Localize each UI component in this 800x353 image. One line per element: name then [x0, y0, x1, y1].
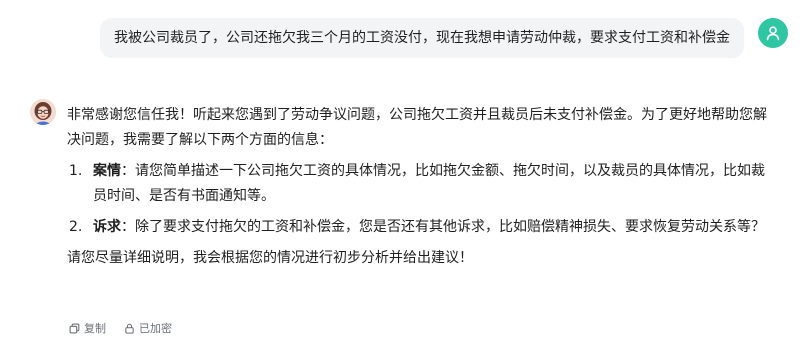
user-avatar: [758, 18, 788, 48]
info-request-list: 1. 案情：请您简单描述一下公司拖欠工资的具体情况，比如拖欠金额、拖欠时间，以及…: [67, 159, 772, 240]
list-item-number: 2.: [69, 219, 83, 235]
list-item: 2. 诉求：除了要求支付拖欠的工资和补偿金，您是否还有其他诉求，比如赔偿精神损失…: [67, 215, 772, 240]
copy-icon: [69, 323, 80, 333]
list-item-text: 案情：请您简单描述一下公司拖欠工资的具体情况，比如拖欠金额、拖欠时间，以及裁员的…: [93, 159, 772, 209]
user-message-row: 我被公司裁员了，公司还拖欠我三个月的工资没付，现在我想申请劳动仲裁，要求支付工资…: [60, 16, 788, 58]
assistant-avatar-icon: [30, 99, 56, 125]
assistant-avatar: [30, 99, 56, 125]
encrypted-status: 已加密: [124, 320, 172, 336]
assistant-intro: 非常感谢您信任我！听起来您遇到了劳动争议问题，公司拖欠工资并且裁员后未支付补偿金…: [67, 107, 767, 148]
list-item-title: 案情: [93, 163, 121, 179]
copy-label: 复制: [84, 322, 106, 335]
user-icon: [766, 26, 780, 41]
message-actions: 复制 已加密: [69, 320, 190, 336]
chat-window: 我被公司裁员了，公司还拖欠我三个月的工资没付，现在我想申请劳动仲裁，要求支付工资…: [0, 0, 800, 353]
list-item-number: 1.: [69, 163, 83, 179]
list-item-body: ：除了要求支付拖欠的工资和补偿金，您是否还有其他诉求，比如赔偿精神损失、要求恢复…: [121, 219, 765, 235]
list-item-title: 诉求: [93, 219, 121, 235]
list-item-body: ：请您简单描述一下公司拖欠工资的具体情况，比如拖欠金额、拖欠时间，以及裁员的具体…: [93, 163, 765, 204]
encrypted-label: 已加密: [139, 322, 172, 335]
assistant-message: 非常感谢您信任我！听起来您遇到了劳动争议问题，公司拖欠工资并且裁员后未支付补偿金…: [67, 103, 772, 271]
lock-icon: [125, 323, 134, 334]
copy-button[interactable]: 复制: [69, 320, 106, 336]
user-message-bubble: 我被公司裁员了，公司还拖欠我三个月的工资没付，现在我想申请劳动仲裁，要求支付工资…: [100, 18, 744, 58]
list-item: 1. 案情：请您简单描述一下公司拖欠工资的具体情况，比如拖欠金额、拖欠时间，以及…: [67, 159, 772, 209]
list-item-text: 诉求：除了要求支付拖欠的工资和补偿金，您是否还有其他诉求，比如赔偿精神损失、要求…: [93, 215, 772, 240]
assistant-closing: 请您尽量详细说明，我会根据您的情况进行初步分析并给出建议！: [67, 250, 473, 266]
